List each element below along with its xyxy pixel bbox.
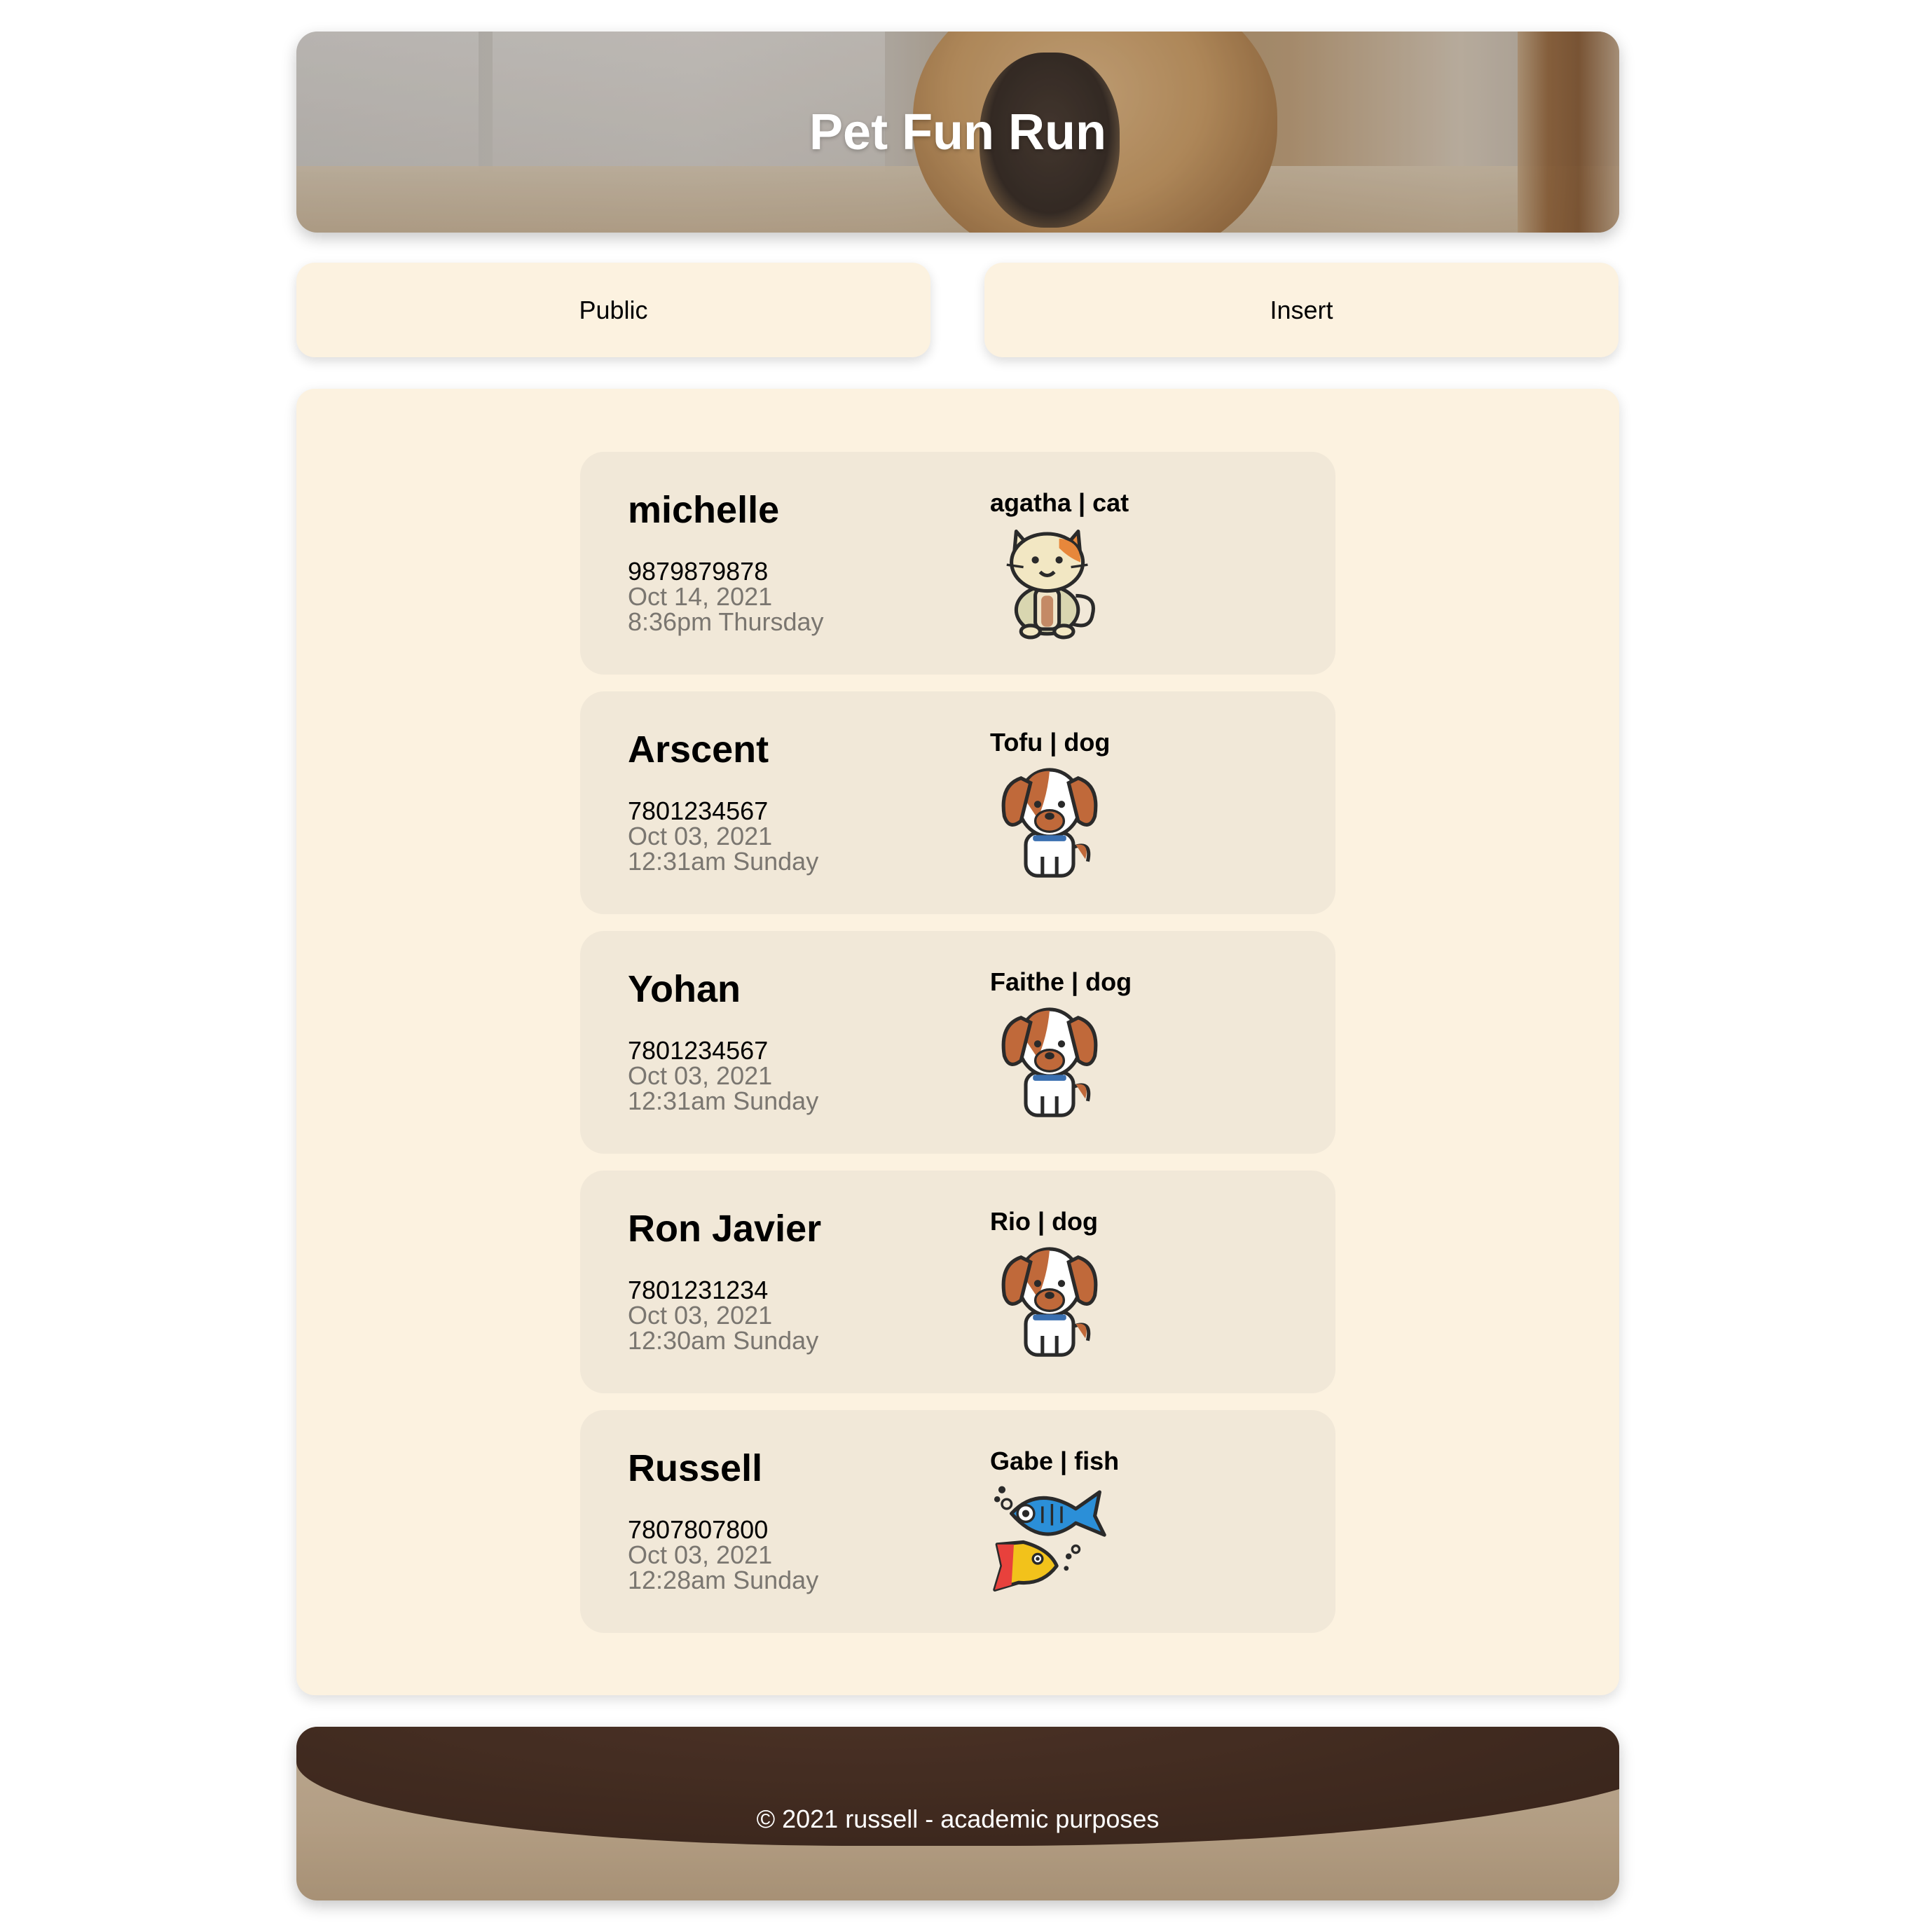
entry-card: Arscent 7801234567 Oct 03, 2021 12:31am … (580, 691, 1335, 914)
page-title: Pet Fun Run (809, 104, 1106, 160)
footer-banner: © 2021 russell - academic purposes (296, 1727, 1619, 1900)
owner-name: Ron Javier (628, 1208, 822, 1250)
owner-name: Arscent (628, 729, 769, 771)
page: Pet Fun Run Public Insert michelle 98798… (0, 0, 1917, 1932)
cat-icon (1006, 530, 1095, 640)
dog-icon (1001, 1247, 1098, 1357)
entry-time: 12:28am Sunday (628, 1566, 819, 1594)
entry-card: michelle 9879879878 Oct 14, 2021 8:36pm … (580, 452, 1335, 675)
entry-card: Ron Javier 7801231234 Oct 03, 2021 12:30… (580, 1171, 1335, 1393)
footer-copyright: © 2021 russell - academic purposes (756, 1805, 1160, 1833)
insert-button[interactable]: Insert (984, 263, 1619, 357)
entry-time: 8:36pm Thursday (628, 607, 824, 636)
dog-icon (1001, 768, 1098, 878)
entries-list: michelle 9879879878 Oct 14, 2021 8:36pm … (580, 452, 1335, 1650)
entry-time: 12:31am Sunday (628, 1086, 819, 1115)
pet-label: Rio | dog (990, 1207, 1099, 1236)
entry-card: Yohan 7801234567 Oct 03, 2021 12:31am Su… (580, 931, 1335, 1154)
entry-card: Russell 7807807800 Oct 03, 2021 12:28am … (580, 1410, 1335, 1633)
public-button[interactable]: Public (296, 263, 930, 357)
pet-label: Tofu | dog (990, 728, 1111, 757)
dog-icon (1001, 1007, 1098, 1117)
pet-label: agatha | cat (990, 488, 1129, 517)
fish-icon (993, 1486, 1106, 1592)
entry-time: 12:31am Sunday (628, 847, 819, 876)
owner-name: Russell (628, 1447, 763, 1489)
header-banner: Pet Fun Run (296, 32, 1619, 233)
entry-time: 12:30am Sunday (628, 1326, 819, 1355)
owner-name: michelle (628, 489, 780, 531)
owner-name: Yohan (628, 968, 741, 1010)
pet-label: Gabe | fish (990, 1447, 1120, 1475)
pet-label: Faithe | dog (990, 967, 1132, 996)
entries-panel: michelle 9879879878 Oct 14, 2021 8:36pm … (296, 389, 1619, 1695)
